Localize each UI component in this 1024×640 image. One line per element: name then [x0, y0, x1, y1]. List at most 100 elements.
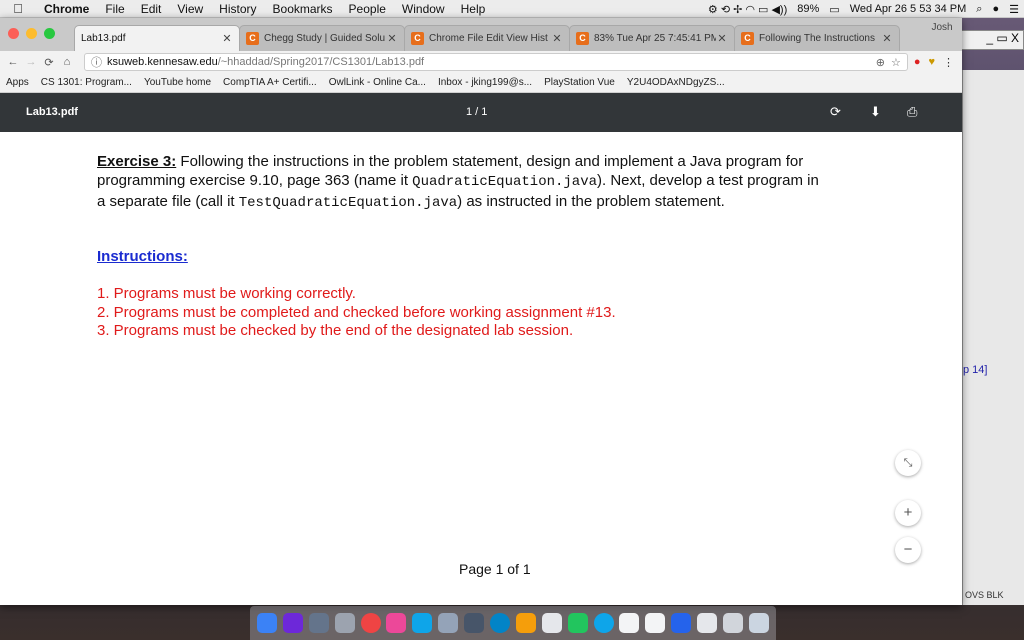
skype-icon[interactable]	[489, 613, 510, 633]
reload-icon[interactable]: ⟳	[42, 56, 56, 69]
background-window-controls[interactable]: _ ▭ X	[961, 30, 1024, 50]
photo-icon[interactable]	[464, 613, 485, 633]
background-window: p 14] OVS BLK	[962, 70, 1024, 605]
forward-icon[interactable]: →	[24, 56, 38, 68]
pdf-toolbar: Lab13.pdf 1 / 1 ⟳ ⬇ ⎙	[0, 93, 962, 132]
document-icon[interactable]	[697, 613, 718, 633]
word-icon[interactable]	[671, 613, 692, 633]
close-tab-icon[interactable]: ✕	[551, 32, 563, 45]
menu-view[interactable]: View	[169, 2, 211, 16]
tab-title: Chegg Study | Guided Solu	[264, 33, 386, 44]
tab-title: Lab13.pdf	[81, 33, 126, 44]
apple-icon[interactable]: 	[0, 1, 36, 16]
menu-file[interactable]: File	[97, 2, 132, 16]
side-label: p 14]	[963, 364, 988, 376]
messages-icon[interactable]	[438, 613, 459, 633]
battery-percent[interactable]: 89%	[792, 3, 824, 15]
instructions-list: 1. Programs must be working correctly. 2…	[97, 285, 616, 341]
menu-people[interactable]: People	[341, 2, 394, 16]
pdf-title: Lab13.pdf	[26, 106, 78, 118]
spotlight-icon[interactable]: ⌕	[971, 3, 987, 16]
close-tab-icon[interactable]: ✕	[881, 32, 893, 45]
toolbar: ← → ⟳ ⌂ ⓘ ksuweb.kennesaw.edu/~hhaddad/S…	[0, 51, 962, 73]
zoom-out-button[interactable]: −	[895, 537, 921, 563]
window-controls	[8, 28, 55, 39]
tab-83-percent[interactable]: C 83% Tue Apr 25 7:45:41 PM ✕	[569, 25, 735, 51]
menu-window[interactable]: Window	[394, 2, 453, 16]
photos-icon[interactable]	[515, 613, 536, 633]
bookmark-cs1301[interactable]: CS 1301: Program...	[41, 77, 132, 88]
profile-button[interactable]: Josh	[922, 22, 962, 40]
mac-menu-bar:  Chrome File Edit View History Bookmark…	[0, 0, 1024, 18]
bookmark-owllink[interactable]: OwlLink - Online Ca...	[329, 77, 426, 88]
menu-app-name[interactable]: Chrome	[36, 2, 97, 16]
page-footer: Page 1 of 1	[459, 561, 531, 577]
g-app-icon[interactable]	[645, 613, 666, 633]
folder-icon[interactable]	[722, 613, 743, 633]
close-tab-icon[interactable]: ✕	[386, 32, 398, 45]
address-bar[interactable]: ⓘ ksuweb.kennesaw.edu/~hhaddad/Spring201…	[84, 53, 908, 71]
clock[interactable]: Wed Apr 26 5 53 34 PM	[845, 3, 972, 15]
siri-icon[interactable]	[282, 613, 303, 633]
bookmarks-bar: Apps CS 1301: Program... YouTube home Co…	[0, 73, 962, 93]
menu-history[interactable]: History	[211, 2, 264, 16]
minimize-window-button[interactable]	[26, 28, 37, 39]
extension-icon[interactable]: ●	[914, 56, 921, 68]
zoom-icon[interactable]: ⊕	[876, 56, 885, 69]
system-preferences-icon[interactable]	[334, 613, 355, 633]
tab-following-instructions[interactable]: C Following The Instructions ✕	[734, 25, 900, 51]
bookmark-y2u4[interactable]: Y2U4ODAxNDgyZS...	[627, 77, 725, 88]
bookmark-youtube[interactable]: YouTube home	[144, 77, 211, 88]
zoom-window-button[interactable]	[44, 28, 55, 39]
tab-lab13[interactable]: Lab13.pdf ✕	[74, 25, 240, 51]
notes-icon[interactable]	[541, 613, 562, 633]
page-indicator[interactable]: 1 / 1	[466, 106, 487, 118]
url-host: ksuweb.kennesaw.edu	[107, 56, 218, 68]
menu-help[interactable]: Help	[453, 2, 494, 16]
code-filename: QuadraticEquation.java	[412, 174, 598, 190]
tab-chrome-file-edit[interactable]: C Chrome File Edit View Hist ✕	[404, 25, 570, 51]
tab-chegg-study[interactable]: C Chegg Study | Guided Solu ✕	[239, 25, 405, 51]
rotate-icon[interactable]: ⟳	[830, 104, 841, 120]
side-status: OVS BLK	[965, 590, 1004, 600]
close-tab-icon[interactable]: ✕	[221, 32, 233, 45]
bookmark-comptia[interactable]: CompTIA A+ Certifi...	[223, 77, 317, 88]
extension-icon[interactable]: ♥	[928, 56, 935, 68]
chrome-icon[interactable]	[360, 613, 381, 633]
status-icons[interactable]: ⚙ ⟲ ✢ ◠ ▭ ◀))	[703, 3, 792, 16]
g-app-icon[interactable]	[619, 613, 640, 633]
itunes-icon[interactable]	[386, 613, 407, 633]
facetime-icon[interactable]	[567, 613, 588, 633]
launchpad-icon[interactable]	[308, 613, 329, 633]
info-icon[interactable]: ⓘ	[91, 54, 102, 70]
fit-page-button[interactable]: ⤡	[895, 450, 921, 476]
dock	[250, 606, 776, 640]
menu-bookmarks[interactable]: Bookmarks	[265, 2, 341, 16]
chegg-icon: C	[246, 32, 259, 45]
bookmark-star-icon[interactable]: ☆	[891, 56, 901, 69]
trash-icon[interactable]	[748, 613, 769, 633]
home-icon[interactable]: ⌂	[60, 56, 74, 68]
download-icon[interactable]: ⬇	[870, 104, 881, 120]
back-icon[interactable]: ←	[6, 56, 20, 68]
zoom-in-button[interactable]: +	[895, 500, 921, 526]
user-icon[interactable]: ●	[987, 3, 1004, 15]
battery-icon[interactable]: ▭	[824, 3, 844, 16]
url-path: /~hhaddad/Spring2017/CS1301/Lab13.pdf	[217, 56, 425, 68]
safari-icon[interactable]	[593, 613, 614, 633]
menu-edit[interactable]: Edit	[133, 2, 170, 16]
close-window-button[interactable]	[8, 28, 19, 39]
print-icon[interactable]: ⎙	[907, 104, 917, 120]
pdf-viewer: Exercise 3: Following the instructions i…	[0, 132, 962, 584]
bookmark-playstation-vue[interactable]: PlayStation Vue	[544, 77, 615, 88]
notification-center-icon[interactable]: ☰	[1004, 3, 1024, 16]
tab-title: Chrome File Edit View Hist	[429, 33, 548, 44]
exercise-label: Exercise 3:	[97, 153, 177, 170]
bookmark-inbox[interactable]: Inbox - jking199@s...	[438, 77, 532, 88]
finder-icon[interactable]	[256, 613, 277, 633]
app-store-icon[interactable]	[412, 613, 433, 633]
bookmark-apps[interactable]: Apps	[6, 77, 29, 88]
exercise-line2-end: ). Next, develop a test program in	[597, 172, 819, 189]
menu-icon[interactable]: ⋮	[943, 56, 954, 69]
close-tab-icon[interactable]: ✕	[716, 32, 728, 45]
